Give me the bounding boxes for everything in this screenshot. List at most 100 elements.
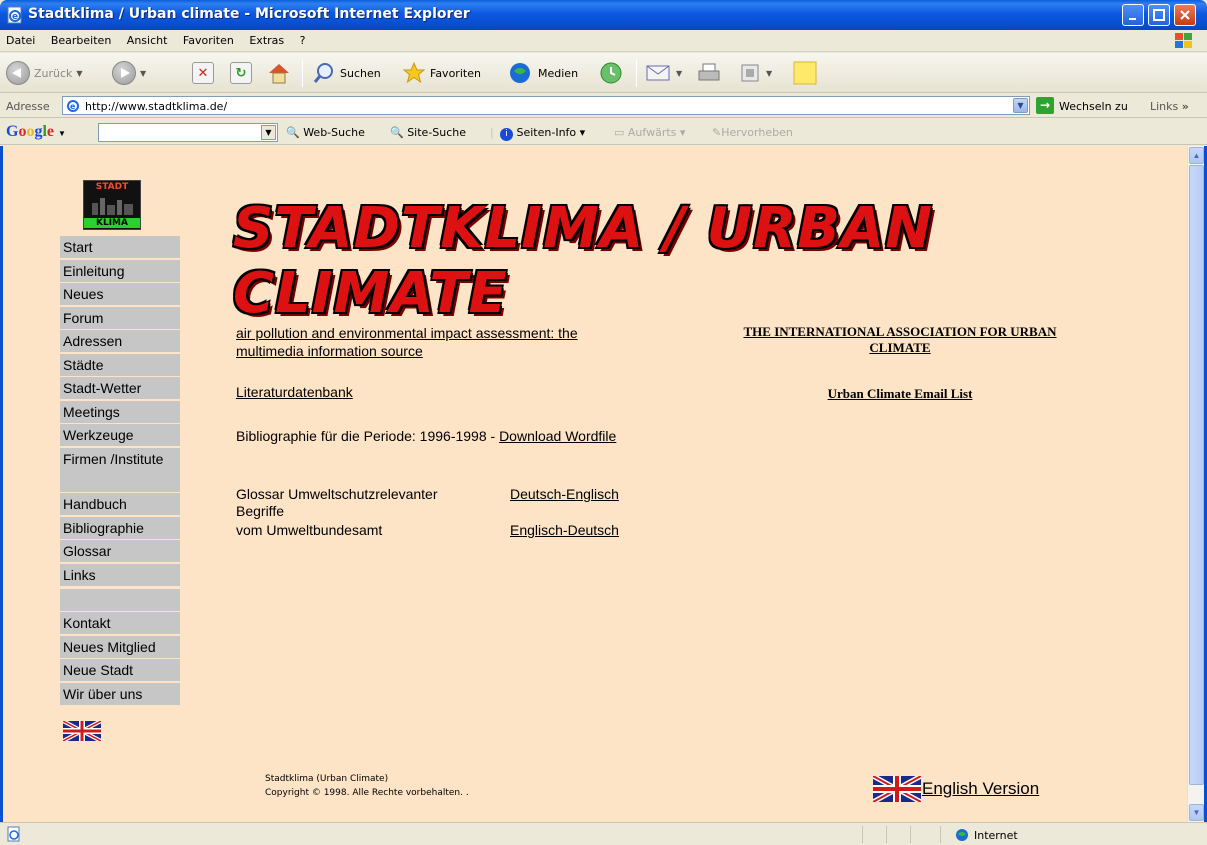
- favorites-label: Favoriten: [430, 66, 481, 80]
- nav-item-spacer: [60, 588, 180, 611]
- go-arrow-icon[interactable]: →: [1036, 97, 1054, 114]
- zone-label: Internet: [974, 828, 1018, 842]
- svg-text:e: e: [70, 102, 76, 111]
- biblio-text: Bibliographie für die Periode: 1996-1998…: [236, 428, 500, 444]
- menu-help[interactable]: ?: [294, 30, 312, 47]
- nav-item-links[interactable]: Links: [60, 563, 180, 586]
- deutsch-englisch-link[interactable]: Deutsch-Englisch: [510, 486, 619, 502]
- window-title: Stadtklima / Urban climate - Microsoft I…: [28, 6, 470, 22]
- nav-item-neues-mitglied[interactable]: Neues Mitglied: [60, 635, 180, 658]
- links-button[interactable]: Links »: [1150, 100, 1189, 113]
- back-arrow-icon: [6, 61, 30, 85]
- history-icon: [600, 62, 622, 84]
- media-button[interactable]: Medien: [508, 60, 578, 86]
- deutsch-englisch-link-text[interactable]: Deutsch-Englisch: [510, 486, 619, 502]
- nav-item-glossar[interactable]: Glossar: [60, 540, 180, 562]
- forward-arrow-icon: [112, 61, 136, 85]
- back-label: Zurück: [34, 66, 73, 80]
- association-link[interactable]: THE INTERNATIONAL ASSOCIATION FOR URBAN …: [741, 324, 1059, 356]
- edit-button[interactable]: ▼: [738, 60, 772, 86]
- standard-toolbar: Zurück ▼ ▼ ✕ ↻ Suchen Favoriten Medien ▼…: [0, 53, 1207, 93]
- nav-item-firmen[interactable]: Firmen /Institute: [60, 447, 180, 492]
- nav-item-wir-ueber-uns[interactable]: Wir über uns: [60, 682, 180, 705]
- nav-item-kontakt[interactable]: Kontakt: [60, 612, 180, 634]
- forward-button[interactable]: ▼: [112, 60, 146, 86]
- maximize-button[interactable]: [1148, 4, 1170, 26]
- web-search-button[interactable]: 🔍 Web-Suche: [286, 126, 365, 139]
- menu-datei[interactable]: Datei: [0, 30, 41, 47]
- nav-item-handbuch[interactable]: Handbuch: [60, 493, 180, 515]
- address-input[interactable]: e http://www.stadtklima.de/ ▼: [62, 96, 1030, 115]
- air-pollution-link[interactable]: air pollution and environmental impact a…: [236, 324, 636, 360]
- highlight-label: Hervorheben: [721, 126, 793, 139]
- nav-item-stadt-wetter[interactable]: Stadt-Wetter: [60, 377, 180, 399]
- close-button[interactable]: [1174, 4, 1196, 26]
- nav-item-meetings[interactable]: Meetings: [60, 400, 180, 423]
- print-button[interactable]: [696, 60, 722, 86]
- nav-item-forum[interactable]: Forum: [60, 306, 180, 329]
- menu-ansicht[interactable]: Ansicht: [121, 30, 174, 47]
- search-button[interactable]: Suchen: [312, 60, 381, 86]
- scroll-thumb[interactable]: [1189, 165, 1204, 785]
- vertical-scrollbar[interactable]: ▲ ▼: [1187, 146, 1204, 822]
- go-button[interactable]: Wechseln zu: [1059, 100, 1128, 113]
- literatur-link[interactable]: Literaturdatenbank: [236, 384, 353, 400]
- scroll-down-icon[interactable]: ▼: [1189, 804, 1204, 821]
- englisch-deutsch-link[interactable]: Englisch-Deutsch: [510, 522, 619, 538]
- page-info-button[interactable]: i Seiten-Info ▾: [500, 126, 585, 141]
- minimize-button[interactable]: [1122, 4, 1144, 26]
- english-version-link[interactable]: English Version: [873, 776, 1039, 802]
- menu-extras[interactable]: Extras: [243, 30, 290, 47]
- print-icon: [698, 63, 720, 81]
- stadtklima-logo[interactable]: STADT KLIMA: [83, 180, 141, 230]
- biblio-line: Bibliographie für die Periode: 1996-1998…: [236, 427, 626, 445]
- minimize-icon: [1129, 18, 1136, 20]
- menu-bearbeiten[interactable]: Bearbeiten: [45, 30, 117, 47]
- nav-item-staedte[interactable]: Städte: [60, 353, 180, 376]
- page-viewport: STADT KLIMA Start Einleitung Neues Forum…: [0, 146, 1207, 822]
- info-icon: i: [500, 128, 513, 141]
- nav-item-werkzeuge[interactable]: Werkzeuge: [60, 424, 180, 446]
- logo-bottom-text: KLIMA: [84, 218, 140, 228]
- page-info-label: Seiten-Info: [516, 126, 577, 139]
- englisch-deutsch-link-text[interactable]: Englisch-Deutsch: [510, 522, 619, 538]
- air-pollution-link-text[interactable]: air pollution and environmental impact a…: [236, 325, 578, 359]
- favorites-button[interactable]: Favoriten: [402, 60, 481, 86]
- email-list-link[interactable]: Urban Climate Email List: [741, 386, 1059, 402]
- nav-item-einleitung[interactable]: Einleitung: [60, 259, 180, 282]
- download-wordfile-link[interactable]: Download Wordfile: [499, 428, 616, 444]
- google-search-input[interactable]: ▼: [98, 123, 278, 142]
- search-label: Suchen: [340, 66, 381, 80]
- up-button[interactable]: ▭ Aufwärts ▾: [614, 126, 685, 139]
- nav-item-adressen[interactable]: Adressen: [60, 330, 180, 352]
- mail-button[interactable]: ▼: [644, 60, 682, 86]
- nav-item-start[interactable]: Start: [60, 236, 180, 258]
- literatur-link-text[interactable]: Literaturdatenbank: [236, 384, 353, 400]
- nav-item-bibliographie[interactable]: Bibliographie: [60, 516, 180, 539]
- refresh-icon: ↻: [230, 62, 252, 84]
- site-search-button[interactable]: 🔍 Site-Suche: [390, 126, 466, 139]
- links-label: Links: [1150, 100, 1179, 113]
- menu-favoriten[interactable]: Favoriten: [177, 30, 240, 47]
- chevron-down-icon: ▼: [766, 68, 773, 78]
- uk-flag-icon: [873, 776, 921, 802]
- chevron-down-icon[interactable]: ▼: [261, 125, 276, 140]
- notes-button[interactable]: [792, 60, 818, 86]
- edit-icon: [741, 64, 759, 82]
- sidebar-nav: Start Einleitung Neues Forum Adressen St…: [60, 236, 180, 706]
- nav-item-neues[interactable]: Neues: [60, 283, 180, 305]
- home-button[interactable]: [266, 60, 292, 86]
- highlight-button[interactable]: ✎Hervorheben: [712, 126, 793, 139]
- refresh-button[interactable]: ↻: [230, 60, 252, 86]
- history-button[interactable]: [598, 60, 624, 86]
- stop-button[interactable]: ✕: [192, 60, 214, 86]
- scroll-up-icon[interactable]: ▲: [1189, 147, 1204, 164]
- google-logo[interactable]: Google ▼: [6, 123, 66, 141]
- footer-copyright: Copyright © 1998. Alle Rechte vorbehalte…: [265, 788, 469, 798]
- uk-flag-icon[interactable]: [63, 721, 101, 741]
- nav-item-neue-stadt[interactable]: Neue Stadt: [60, 659, 180, 681]
- back-button[interactable]: Zurück ▼: [6, 60, 83, 86]
- chevron-down-icon[interactable]: ▼: [1013, 98, 1028, 113]
- site-search-label: Site-Suche: [407, 126, 467, 139]
- english-version-text[interactable]: English Version: [922, 779, 1039, 799]
